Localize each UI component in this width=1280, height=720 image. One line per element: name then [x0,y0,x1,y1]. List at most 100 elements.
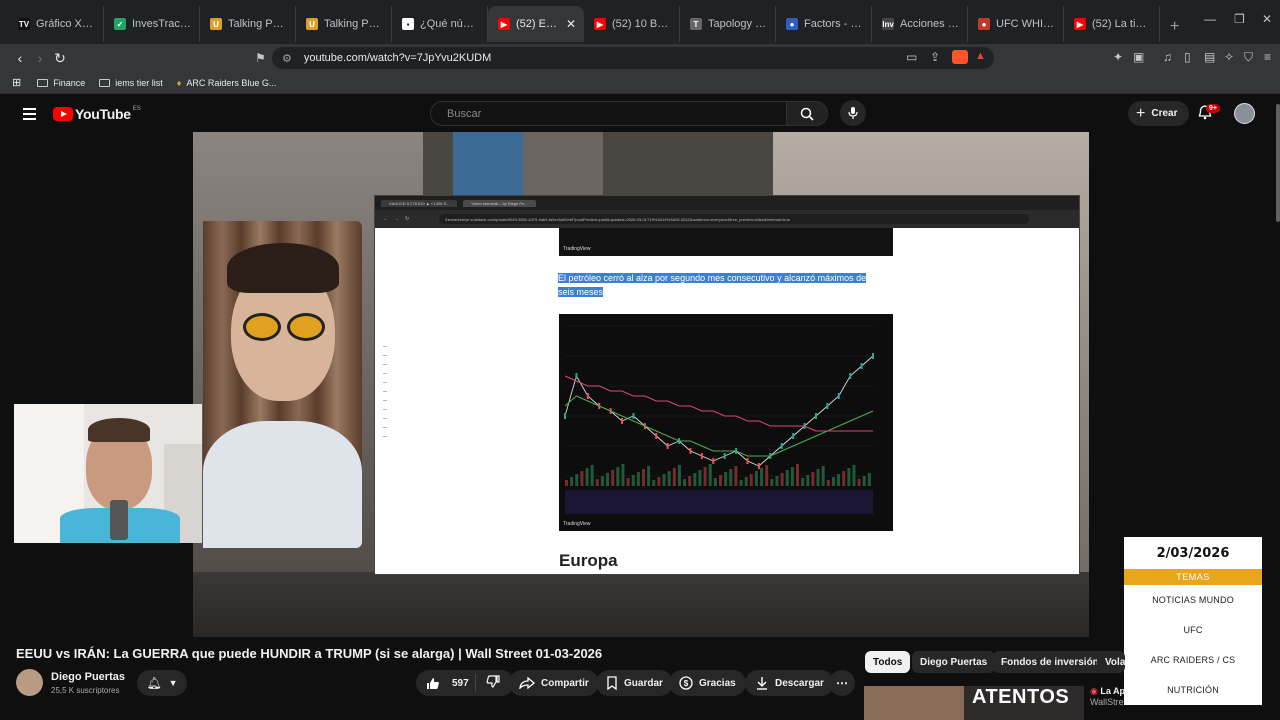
share-icon[interactable]: ⇪ [930,50,940,64]
tab-favicon-icon: ● [978,18,990,30]
brave-rewards-icon[interactable]: ▲ [975,50,986,62]
browser-tab[interactable]: TV Gráfico XAUUSD [8,6,104,42]
chip-todos[interactable]: Todos [865,651,911,673]
chart-volume-bar [677,465,681,486]
address-bar[interactable]: ⚙ youtube.com/watch?v=7JpYvu2KUDM [272,47,994,69]
youtube-logo[interactable]: YouTube ES [53,106,141,122]
create-button[interactable]: + Crear [1128,101,1190,126]
channel-name[interactable]: Diego Puertas [51,671,125,683]
bookmarks-bar: ⊞ Finance iems tier list ♦ ARC Raiders Bl… [0,72,1280,94]
download-icon [757,677,767,690]
tab-favicon-icon: TV [18,18,30,30]
browser-tab[interactable]: U Talking Points | M [296,6,392,42]
background-street [193,572,1089,637]
back-icon[interactable]: ‹ [10,50,30,66]
browser-tab[interactable]: ▶ (52) La tienda de [1064,6,1160,42]
vpn-icon[interactable]: ⛉ [1244,50,1253,65]
chart-volume-bar [703,467,707,486]
sidebar-icon[interactable]: ▯ [1184,50,1191,64]
download-button[interactable]: Descargar [745,670,834,696]
cast-icon[interactable]: ▭ [906,50,917,64]
chart-volume-bar [734,466,738,486]
glasses-lens-right [287,313,325,341]
topics-overlay: 2/03/2026 TEMAS NOTICIAS MUNDO UFC ARC R… [1124,537,1262,705]
browser-tab[interactable]: ✓ InvesTrack – Tus [104,6,200,42]
browser-tab[interactable]: ▶ (52) EEUU✕ [488,6,584,42]
share-button[interactable]: Compartir [509,670,599,696]
chart-candle [826,403,829,409]
bookmark-arc-raiders[interactable]: ♦ ARC Raiders Blue G... [177,78,277,88]
bookmark-label: ARC Raiders Blue G... [186,77,277,88]
save-button[interactable]: Guardar [596,670,673,696]
chart-volume-bar [754,471,758,486]
extensions-icon[interactable]: ✦ [1113,50,1123,64]
dislike-button[interactable] [476,675,506,691]
restore-icon[interactable]: ❐ [1234,12,1245,26]
close-window-icon[interactable]: ✕ [1262,12,1272,26]
tradingview-label: TradingView [563,246,591,252]
browser-tab-strip: TV Gráfico XAUUSD ✓ InvesTrack – Tus U Talkin… [0,0,1280,44]
download-label: Descargar [775,677,824,689]
chart-candle [575,373,578,379]
recommended-title[interactable]: ◉ La Ap WallStre [1090,686,1125,707]
channel-avatar[interactable] [16,669,43,696]
logo-wordmark: YouTube [75,106,131,122]
recommended-thumbnail[interactable]: ATENTOS [864,686,1084,720]
browser-tab[interactable]: ▪ ¿Qué número de [392,6,488,42]
chip-channel[interactable]: Diego Puertas [912,651,996,673]
reload-icon[interactable]: ↻ [50,50,70,67]
browser-tab[interactable]: ▶ (52) 10 Best NEW [584,6,680,42]
create-label: Crear [1151,108,1178,119]
browser-toolbar: ‹ › ↻ ⚑ ⚙ youtube.com/watch?v=7JpYvu2KUD… [0,44,1280,72]
brave-shield-icon[interactable] [952,50,968,64]
tab-list: TV Gráfico XAUUSD ✓ InvesTrack – Tus U Talkin… [0,6,1160,44]
like-button[interactable]: 597 [416,674,476,692]
guide-menu-icon[interactable] [23,108,36,123]
tab-title: (52) La tienda de [1092,18,1151,30]
forward-icon[interactable]: › [30,50,50,66]
svg-text:$: $ [684,679,689,688]
inner-tab: XAUUSD 5.278,510 ▲ +1,8% S... [381,199,458,207]
thanks-button[interactable]: $ Gracias [669,670,746,696]
site-info-icon[interactable]: ⚙ [282,52,292,65]
close-tab-icon[interactable]: ✕ [562,17,576,31]
tab-title: Tapology | MMA [708,18,767,30]
browser-tab[interactable]: Inv Acciones Ubisoft [872,6,968,42]
inner-tab-bar: XAUUSD 5.278,510 ▲ +1,8% S... Vídeo sema… [375,196,1079,210]
chart-volume-bar [657,477,661,486]
chart-volume-bar [652,480,656,486]
wallet-icon[interactable]: ▤ [1204,50,1215,64]
browser-tab[interactable]: ● Factors - Element [776,6,872,42]
bookmark-finance[interactable]: Finance [37,78,85,88]
search-button[interactable] [786,101,828,126]
media-icon[interactable]: ♫ [1163,50,1172,64]
chip-vola[interactable]: Vola [1097,651,1125,673]
like-dislike-group: 597 [416,670,514,696]
search-input[interactable]: Buscar [430,101,787,126]
screenshot-icon[interactable]: ▣ [1133,50,1144,64]
menu-icon[interactable]: ≡ [1264,50,1271,64]
leo-icon[interactable]: ✧ [1224,50,1234,64]
browser-tab[interactable]: ● UFC WHITE HOU [968,6,1064,42]
voice-search-button[interactable] [840,100,866,126]
new-tab-button[interactable]: + [1160,18,1189,44]
minimize-icon[interactable]: — [1204,12,1216,26]
recommended-subtitle: WallStre [1090,697,1124,707]
browser-tab[interactable]: U Talking Points | M [200,6,296,42]
more-actions-button[interactable]: ⋯ [829,670,855,696]
page-scrollbar[interactable] [1276,104,1280,222]
inner-toolbar: ← → ↻ themarketeye.substack.com/p/sabc5949… [375,210,1079,228]
folder-icon [99,78,111,87]
chart-volume-bar [683,479,687,486]
bookmark-iems[interactable]: iems tier list [99,78,163,88]
chart-volume-bar [580,471,584,486]
tab-title: Talking Points | M [228,18,287,30]
chart-volume-bar [801,478,805,486]
subscription-notify-button[interactable]: 🔔︎ ▼ [137,670,187,696]
chart-volume-bar [749,474,753,486]
account-avatar[interactable] [1234,103,1255,124]
browser-tab[interactable]: T Tapology | MMA [680,6,776,42]
apps-icon[interactable]: ⊞ [12,76,21,89]
chip-funds[interactable]: Fondos de inversión [993,651,1107,673]
bookmark-icon[interactable]: ⚑ [255,51,266,65]
